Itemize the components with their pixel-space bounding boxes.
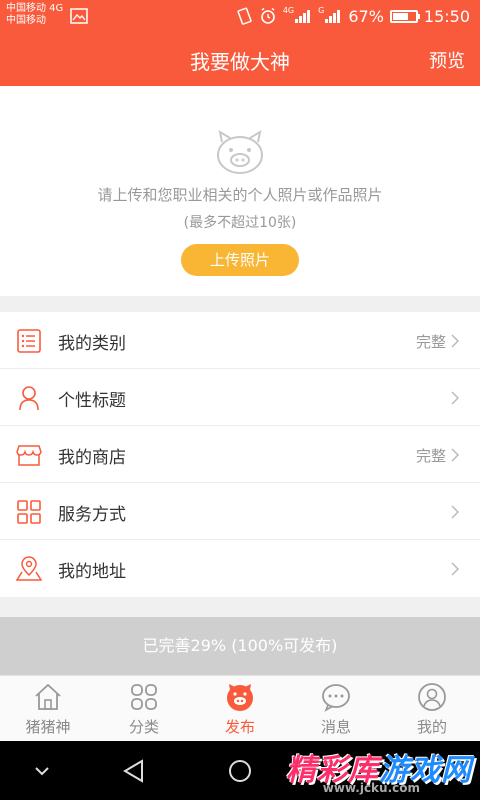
carrier-info: 中国移动 4G 中国移动 — [6, 3, 63, 27]
tab-messages[interactable]: 消息 — [288, 676, 384, 742]
system-nav-bar: 精彩库游戏网 www.jcku.com — [0, 741, 480, 800]
battery-icon — [389, 9, 420, 23]
network-4g: 4G — [282, 5, 295, 15]
menu-item-label: 个性标题 — [58, 391, 126, 411]
status-bar: 中国移动 4G 中国移动 4G G 67% 15:50 — [0, 0, 480, 32]
grid-icon — [17, 500, 41, 524]
carrier-2: 中国移动 — [6, 15, 46, 26]
shop-icon — [16, 445, 42, 466]
menu-item-label: 我的地址 — [58, 562, 126, 582]
tab-label: 猪猪神 — [25, 718, 71, 736]
pig-placeholder-icon — [217, 129, 263, 174]
photo-upload-section: 请上传和您职业相关的个人照片或作品照片 (最多不超过10张) 上传照片 — [0, 86, 480, 296]
menu-item-address[interactable]: 我的地址 — [0, 540, 480, 597]
upload-hint: 请上传和您职业相关的个人照片或作品照片 — [97, 186, 383, 204]
back-icon[interactable] — [120, 757, 148, 785]
tab-label: 分类 — [128, 718, 159, 736]
profile-icon — [418, 683, 446, 711]
list-icon — [17, 329, 41, 353]
gallery-icon — [70, 8, 88, 24]
profile-menu: 我的类别 完整 个性标题 我的商店 完整 服务方式 我的地址 — [0, 312, 480, 597]
upload-photo-button[interactable]: 上传照片 — [181, 244, 299, 276]
menu-item-category[interactable]: 我的类别 完整 — [0, 312, 480, 369]
chevron-down-icon[interactable] — [28, 757, 56, 785]
menu-item-service[interactable]: 服务方式 — [0, 483, 480, 540]
section-divider — [0, 296, 480, 312]
chevron-right-icon — [451, 505, 460, 519]
tab-category[interactable]: 分类 — [96, 676, 192, 742]
menu-item-shop[interactable]: 我的商店 完整 — [0, 426, 480, 483]
tab-label: 消息 — [320, 718, 351, 736]
chevron-right-icon — [451, 448, 460, 462]
upload-limit: (最多不超过10张) — [183, 215, 297, 231]
battery-percent: 67% — [348, 6, 384, 26]
bottom-tab-bar: 猪猪神 分类 发布 消息 我的 — [0, 675, 480, 741]
publish-pig-icon — [227, 684, 253, 711]
preview-button[interactable]: 预览 — [429, 47, 465, 73]
person-icon — [19, 386, 39, 411]
menu-item-label: 我的类别 — [58, 334, 126, 354]
signal-icon — [295, 10, 311, 23]
menu-item-status: 完整 — [415, 447, 446, 465]
completion-status-bar[interactable]: 已完善29% (100%可发布) — [0, 617, 480, 675]
home-icon — [35, 683, 61, 710]
section-divider — [0, 597, 480, 617]
tab-home[interactable]: 猪猪神 — [0, 676, 96, 742]
tab-label: 发布 — [224, 718, 255, 736]
chevron-right-icon — [451, 391, 460, 405]
alarm-icon — [261, 7, 275, 24]
menu-item-label: 我的商店 — [58, 448, 126, 468]
app-header: 我要做大神 预览 — [0, 32, 480, 86]
home-button-icon[interactable] — [226, 757, 254, 785]
chevron-right-icon — [451, 562, 460, 576]
message-icon — [322, 684, 350, 712]
clock: 15:50 — [423, 6, 470, 26]
signal-icon-2 — [325, 10, 341, 23]
location-icon — [16, 556, 42, 581]
menu-item-status: 完整 — [415, 333, 446, 351]
tab-profile[interactable]: 我的 — [384, 676, 480, 742]
watermark-url: www.jcku.com — [322, 781, 420, 795]
chevron-right-icon — [451, 334, 460, 348]
category-icon — [131, 684, 157, 710]
tab-publish[interactable]: 发布 — [192, 676, 288, 742]
carrier-1: 中国移动 4G — [6, 3, 64, 14]
network-g: G — [318, 5, 325, 15]
menu-item-title[interactable]: 个性标题 — [0, 369, 480, 426]
tab-label: 我的 — [416, 718, 447, 736]
rotate-icon — [237, 7, 252, 25]
menu-item-label: 服务方式 — [58, 505, 126, 525]
page-title: 我要做大神 — [190, 50, 290, 74]
